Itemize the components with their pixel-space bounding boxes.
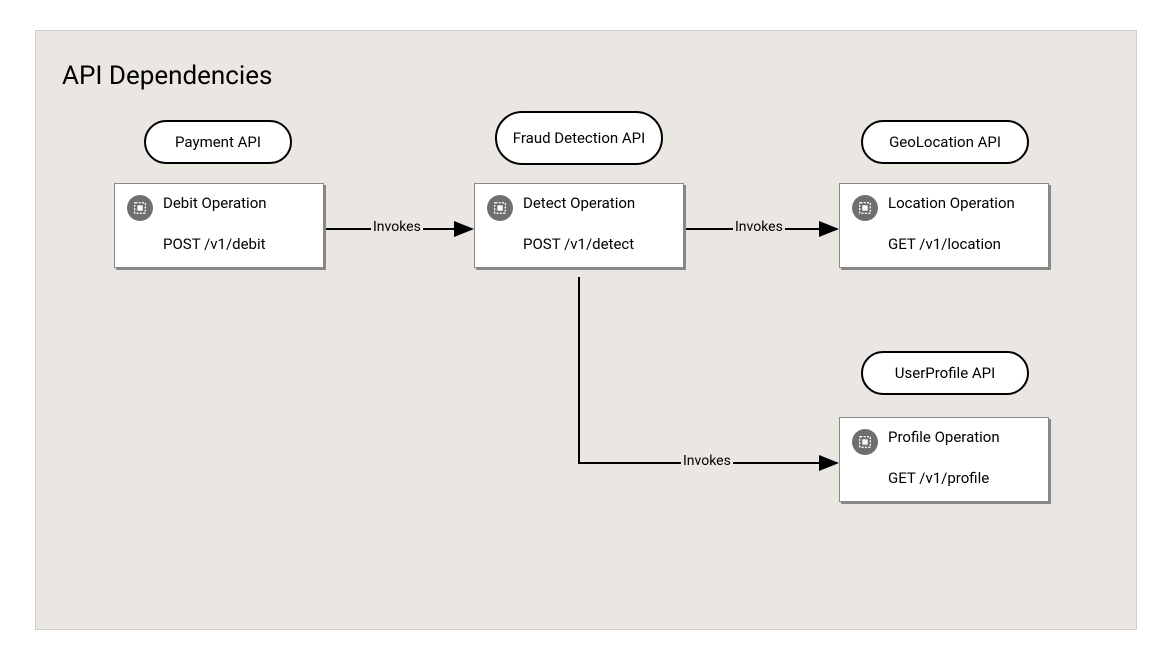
diagram-container: API Dependencies Payment API Fraud Detec… (35, 30, 1137, 630)
operation-box-detect: Detect Operation POST /v1/detect (474, 183, 684, 268)
operation-icon (487, 195, 513, 221)
operation-icon (127, 195, 153, 221)
edge-label-invokes: Invokes (681, 453, 733, 469)
api-label-fraud: Fraud Detection API (495, 111, 663, 165)
api-label-text: GeoLocation API (889, 133, 1001, 152)
api-label-text: Fraud Detection API (513, 129, 645, 148)
operation-name: Location Operation (888, 194, 1015, 214)
edge-label-invokes: Invokes (733, 219, 785, 235)
api-label-payment: Payment API (144, 120, 292, 164)
operation-icon (852, 195, 878, 221)
operation-name: Profile Operation (888, 428, 1000, 448)
api-label-text: UserProfile API (895, 364, 995, 383)
edge-label-invokes: Invokes (371, 219, 423, 235)
operation-box-location: Location Operation GET /v1/location (839, 183, 1049, 268)
operation-box-profile: Profile Operation GET /v1/profile (839, 417, 1049, 502)
api-label-geo: GeoLocation API (861, 120, 1029, 164)
operation-name: Detect Operation (523, 194, 635, 214)
operation-icon (852, 429, 878, 455)
api-label-text: Payment API (175, 133, 261, 152)
operation-path: GET /v1/location (888, 235, 1036, 253)
operation-path: POST /v1/debit (163, 235, 311, 253)
operation-path: GET /v1/profile (888, 469, 1036, 487)
api-label-profile: UserProfile API (861, 351, 1029, 395)
operation-path: POST /v1/detect (523, 235, 671, 253)
diagram-title: API Dependencies (62, 61, 272, 91)
operation-box-debit: Debit Operation POST /v1/debit (114, 183, 324, 268)
operation-name: Debit Operation (163, 194, 267, 214)
